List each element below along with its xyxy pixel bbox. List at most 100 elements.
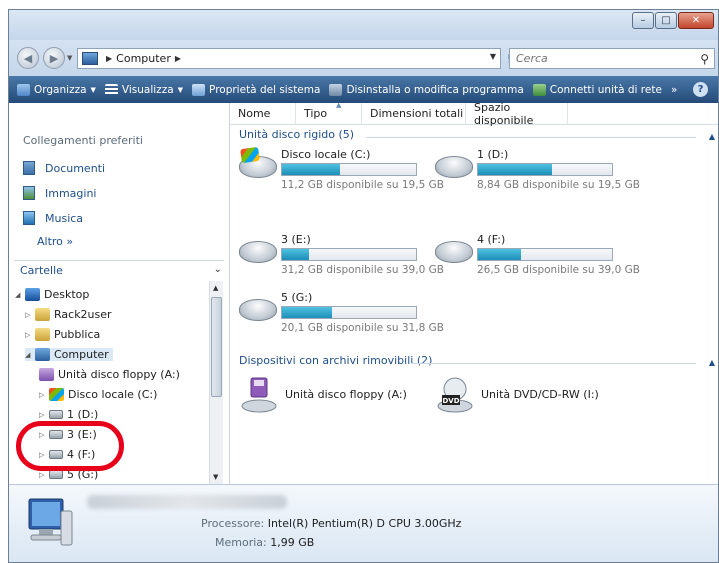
tree-label: Rack2user (54, 308, 112, 321)
tree-item-disk-e[interactable]: ▷ 3 (E:) (39, 428, 97, 441)
column-total-size[interactable]: Dimensioni totali (362, 102, 466, 125)
favorite-label: Immagini (45, 186, 97, 200)
collapsed-arrow-icon[interactable]: ▷ (39, 391, 49, 399)
tree-label: Disco locale (C:) (68, 388, 158, 401)
tree-item-disk-d[interactable]: ▷ 1 (D:) (39, 408, 98, 421)
tree-item-disk-c[interactable]: ▷ Disco locale (C:) (39, 388, 157, 401)
details-pane: Processore: Intel(R) Pentium(R) D CPU 3.… (9, 484, 718, 562)
help-icon: ? (697, 84, 704, 95)
navigation-scrollbar[interactable]: ▲ ▼ (209, 281, 223, 484)
drive-name: Disco locale (C:) (281, 148, 371, 161)
more-commands-button[interactable]: » (671, 84, 677, 96)
favorite-item-documents[interactable]: Documenti (23, 161, 105, 175)
public-folder-icon (35, 328, 50, 341)
hard-drive-icon (239, 299, 277, 321)
collapse-group-icon[interactable]: ▲ (709, 358, 715, 367)
hard-drive-icon (49, 430, 63, 439)
address-dropdown-icon[interactable]: ▼ (490, 52, 496, 61)
breadcrumb-computer[interactable]: Computer (116, 52, 171, 65)
scroll-up-icon[interactable]: ▲ (213, 284, 218, 292)
collapsed-arrow-icon[interactable]: ▷ (39, 451, 49, 459)
collapsed-arrow-icon[interactable]: ▷ (39, 471, 49, 479)
tree-item-disk-f[interactable]: ▷ 4 (F:) (39, 448, 95, 461)
tree-label: 1 (D:) (67, 408, 99, 421)
tree-item-desktop[interactable]: ◢ Desktop (15, 288, 89, 301)
column-header: Nome ▲ Tipo Dimensioni totali Spazio dis… (230, 100, 718, 127)
hard-drive-icon (49, 470, 63, 479)
search-icon[interactable]: ⚲ (700, 52, 709, 66)
tree-item-rack2user[interactable]: ▷ Rack2user (25, 308, 112, 321)
collapsed-arrow-icon[interactable]: ▷ (25, 331, 35, 339)
map-network-drive-button[interactable]: Connetti unità di rete (532, 83, 662, 96)
more-favorites-link[interactable]: Altro » (37, 235, 73, 248)
drive-e[interactable]: 3 (E:) 31,2 GB disponibile su 39,0 GB (239, 233, 444, 281)
dvd-drive[interactable]: DVD Unità DVD/CD-RW (I:) (435, 375, 625, 419)
view-menu[interactable]: Visualizza ▼ (104, 83, 184, 96)
more-commands-label: » (670, 83, 678, 96)
expanded-arrow-icon[interactable]: ◢ (15, 291, 25, 299)
folders-header[interactable]: Cartelle ⌄ (14, 260, 224, 280)
group-divider (411, 363, 696, 364)
collapse-group-icon[interactable]: ▲ (709, 132, 715, 141)
chevron-down-icon: ▼ (90, 85, 96, 94)
collapsed-arrow-icon[interactable]: ▷ (25, 311, 35, 319)
usage-fill (282, 307, 332, 318)
chevron-down-icon: ▼ (177, 85, 184, 94)
drive-space-info: 11,2 GB disponibile su 19,5 GB (281, 179, 444, 191)
help-button[interactable]: ? (693, 82, 708, 97)
column-free-space[interactable]: Spazio disponibile (466, 100, 568, 127)
system-drive-icon (49, 388, 64, 401)
tree-item-disk-g[interactable]: ▷ 5 (G:) (39, 468, 98, 481)
forward-arrow-icon: ▶ (49, 51, 59, 65)
back-button[interactable]: ◀ (17, 47, 39, 69)
column-name[interactable]: Nome (230, 102, 296, 125)
drive-d[interactable]: 1 (D:) 8,84 GB disponibile su 19,5 GB (435, 148, 640, 196)
drive-space-info: 26,5 GB disponibile su 39,0 GB (477, 264, 640, 276)
breadcrumb-separator-icon[interactable]: ▶ (106, 54, 112, 63)
hard-drive-icon (435, 156, 473, 178)
tree-label: Pubblica (54, 328, 101, 341)
column-label: Spazio disponibile (474, 100, 534, 127)
favorite-item-music[interactable]: Musica (23, 211, 83, 225)
group-title: Dispositivi con archivi rimovibili (2) (239, 354, 433, 367)
tree-label: Computer (54, 348, 109, 361)
uninstall-icon (329, 83, 343, 96)
drive-g[interactable]: 5 (G:) 20,1 GB disponibile su 31,8 GB (239, 291, 444, 339)
tree-item-public[interactable]: ▷ Pubblica (25, 328, 100, 341)
expanded-arrow-icon[interactable]: ◢ (25, 351, 35, 359)
maximize-button[interactable]: □ (655, 12, 677, 29)
drive-name: Unità DVD/CD-RW (I:) (481, 388, 599, 401)
hard-drive-icon (49, 450, 63, 459)
scroll-down-icon[interactable]: ▼ (213, 473, 218, 481)
command-bar: Organizza ▼ Visualizza ▼ Proprietà del s… (9, 76, 718, 103)
favorite-item-pictures[interactable]: Immagini (23, 186, 96, 200)
recent-pages-chevron-icon[interactable]: ▼ (67, 54, 72, 62)
hard-drive-icon (435, 241, 473, 263)
scrollbar-thumb[interactable] (211, 297, 222, 397)
group-removable[interactable]: Dispositivi con archivi rimovibili (2) (239, 354, 432, 367)
floppy-drive-icon (241, 377, 277, 413)
collapsed-arrow-icon[interactable]: ▷ (39, 431, 49, 439)
system-properties-button[interactable]: Proprietà del sistema (192, 83, 320, 96)
address-bar[interactable]: ▶ Computer ▶ ▼ (77, 48, 501, 69)
collapsed-arrow-icon[interactable]: ▷ (39, 411, 49, 419)
organize-menu[interactable]: Organizza ▼ (17, 83, 96, 96)
tree-item-floppy[interactable]: Unità disco floppy (A:) (39, 368, 180, 381)
drive-f[interactable]: 4 (F:) 26,5 GB disponibile su 39,0 GB (435, 233, 640, 281)
close-button[interactable]: ✕ (678, 12, 714, 29)
folders-title: Cartelle (20, 264, 63, 277)
group-hard-drives[interactable]: Unità disco rigido (5) (239, 128, 354, 141)
column-type[interactable]: ▲ Tipo (296, 101, 362, 125)
documents-icon (23, 161, 35, 175)
forward-button[interactable]: ▶ (43, 47, 65, 69)
computer-icon (28, 498, 73, 546)
uninstall-program-button[interactable]: Disinstalla o modifica programma (329, 83, 524, 96)
search-input[interactable] (516, 52, 686, 65)
breadcrumb-separator-icon[interactable]: ▶ (175, 54, 181, 63)
minimize-button[interactable]: – (632, 12, 654, 29)
tree-item-computer[interactable]: ◢ Computer (25, 348, 113, 361)
drive-space-info: 20,1 GB disponibile su 31,8 GB (281, 322, 444, 334)
search-box[interactable]: ⚲ (509, 48, 715, 69)
drive-c[interactable]: Disco locale (C:) 11,2 GB disponibile su… (239, 146, 444, 196)
floppy-drive[interactable]: Unità disco floppy (A:) (239, 375, 429, 419)
